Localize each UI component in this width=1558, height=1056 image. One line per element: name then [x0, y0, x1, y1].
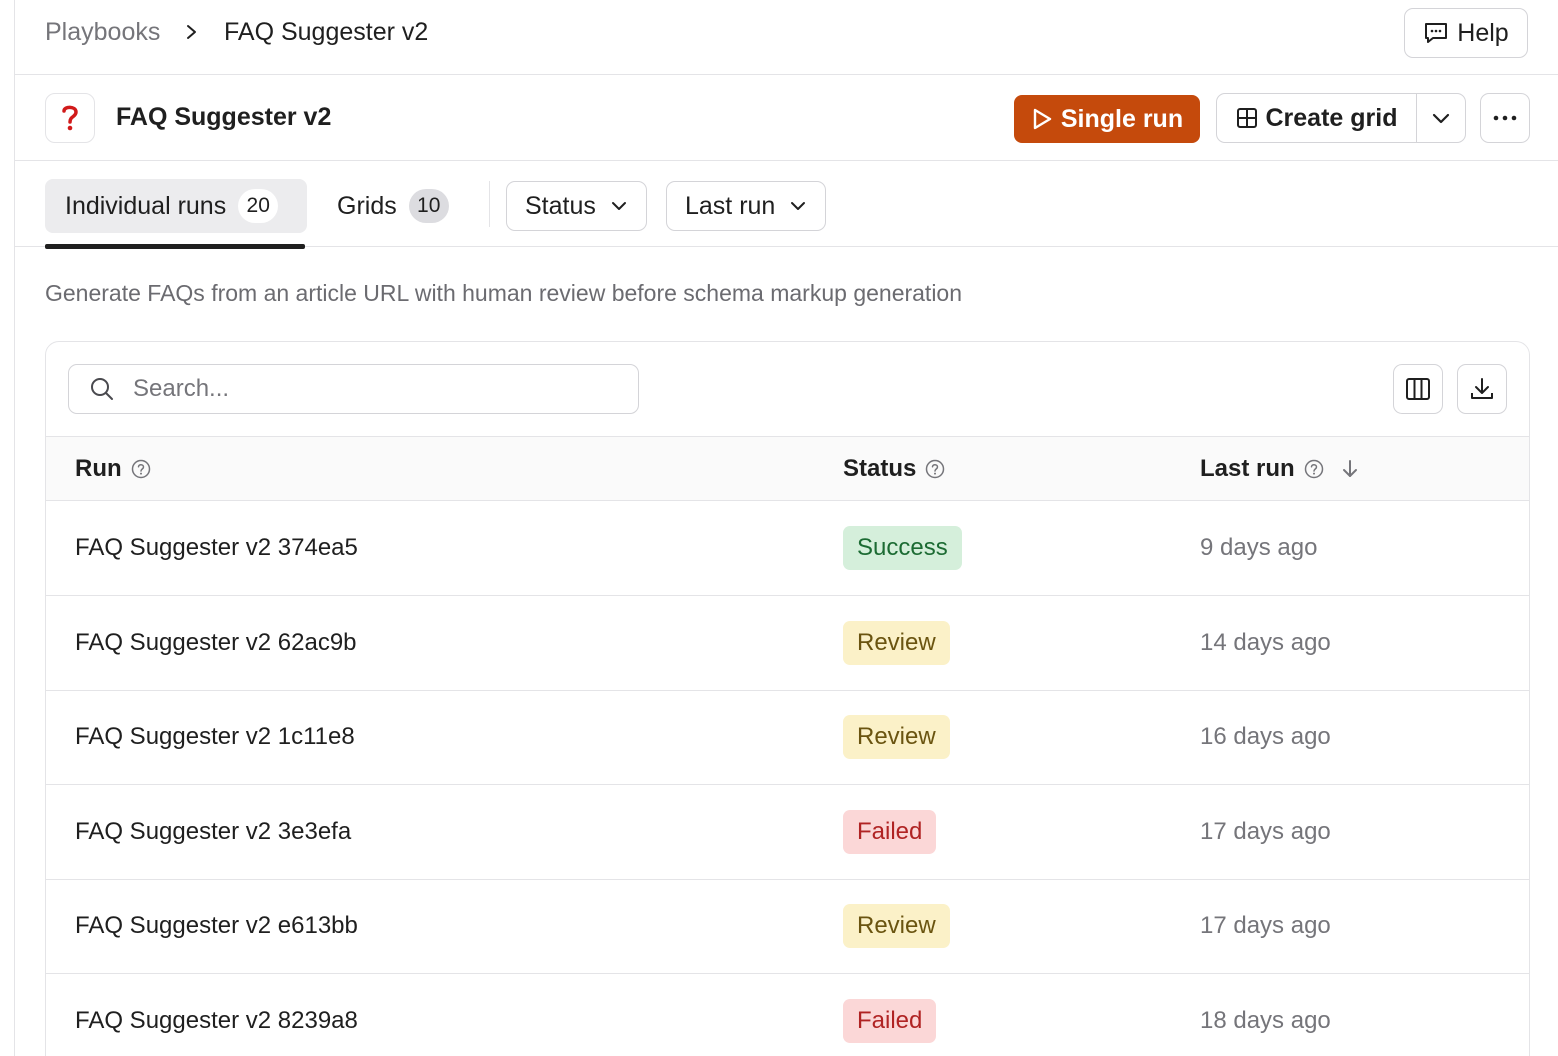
create-grid-split-button: Create grid [1216, 93, 1466, 143]
filter-label: Last run [685, 191, 776, 220]
breadcrumb-current: FAQ Suggester v2 [224, 18, 429, 46]
count-badge: 10 [408, 189, 449, 223]
column-header-run[interactable]: Run [75, 455, 151, 483]
search-icon [91, 378, 113, 400]
top-bar: Playbooks FAQ Suggester v2 Help [15, 0, 1558, 75]
run-name[interactable]: FAQ Suggester v2 374ea5 [75, 534, 358, 562]
status-badge: Review [843, 715, 950, 759]
help-button[interactable]: Help [1404, 8, 1528, 58]
help-circle-icon[interactable] [131, 459, 151, 479]
playbook-title: FAQ Suggester v2 [116, 103, 332, 131]
chat-icon [1425, 23, 1448, 43]
last-run-time: 17 days ago [1200, 818, 1331, 845]
more-options-button[interactable] [1480, 93, 1530, 143]
tabs-bar: Individual runs 20 Grids 10 Status Last … [15, 161, 1558, 249]
playbook-page: Playbooks FAQ Suggester v2 Help FAQ Sugg… [14, 0, 1558, 1056]
filter-label: Status [525, 191, 596, 220]
help-label: Help [1457, 18, 1509, 47]
run-name[interactable]: FAQ Suggester v2 62ac9b [75, 629, 357, 657]
grid-icon [1236, 108, 1257, 128]
play-icon [1033, 108, 1052, 130]
chevron-right-icon [187, 25, 196, 39]
divider [489, 181, 490, 227]
run-name[interactable]: FAQ Suggester v2 e613bb [75, 912, 358, 940]
count-badge: 20 [238, 189, 279, 223]
status-filter-dropdown[interactable]: Status [506, 181, 647, 231]
download-button[interactable] [1457, 364, 1507, 414]
tab-label: Individual runs [65, 191, 227, 220]
status-badge: Failed [843, 999, 937, 1043]
last-run-filter-dropdown[interactable]: Last run [666, 181, 827, 231]
chevron-down-icon [611, 202, 626, 210]
table-row[interactable]: FAQ Suggester v2 8239a8 Failed 18 days a… [46, 974, 1529, 1056]
tab-label: Grids [337, 191, 397, 220]
download-icon [1471, 378, 1493, 399]
tab-individual-runs[interactable]: Individual runs 20 [45, 179, 307, 233]
playbook-icon [45, 93, 95, 143]
active-tab-indicator [45, 244, 305, 249]
create-grid-label: Create grid [1265, 103, 1398, 132]
table-row[interactable]: FAQ Suggester v2 e613bb Review 17 days a… [46, 879, 1529, 974]
run-name[interactable]: FAQ Suggester v2 8239a8 [75, 1007, 358, 1035]
run-name[interactable]: FAQ Suggester v2 3e3efa [75, 818, 351, 846]
last-run-time: 9 days ago [1200, 534, 1318, 561]
title-bar: FAQ Suggester v2 Single run Create grid [15, 75, 1558, 161]
tab-grids[interactable]: Grids 10 [337, 179, 449, 233]
single-run-button[interactable]: Single run [1014, 95, 1200, 143]
status-badge: Failed [843, 810, 937, 854]
sort-descending-icon[interactable] [1339, 458, 1361, 480]
column-header-status[interactable]: Status [843, 455, 945, 483]
table-row[interactable]: FAQ Suggester v2 1c11e8 Review 16 days a… [46, 690, 1529, 785]
column-header-last-run[interactable]: Last run [1200, 455, 1361, 483]
columns-icon [1406, 378, 1430, 400]
column-label: Last run [1200, 455, 1295, 482]
column-label: Status [843, 455, 917, 482]
last-run-time: 16 days ago [1200, 723, 1331, 750]
runs-table-card: Run Status Last run FAQ Suggester v2 374… [45, 341, 1530, 1056]
single-run-label: Single run [1060, 104, 1184, 133]
chevron-down-icon [1432, 113, 1450, 124]
last-run-time: 17 days ago [1200, 912, 1331, 939]
search-box [68, 364, 639, 414]
last-run-time: 18 days ago [1200, 1007, 1331, 1034]
breadcrumb-playbooks[interactable]: Playbooks [45, 18, 160, 47]
columns-button[interactable] [1393, 364, 1443, 414]
status-badge: Success [843, 526, 962, 570]
status-badge: Review [843, 621, 950, 665]
create-grid-dropdown[interactable] [1417, 94, 1465, 142]
help-circle-icon[interactable] [925, 459, 945, 479]
more-horizontal-icon [1493, 115, 1517, 121]
last-run-time: 14 days ago [1200, 629, 1331, 656]
status-badge: Review [843, 904, 950, 948]
playbook-description: Generate FAQs from an article URL with h… [45, 280, 963, 306]
search-input[interactable] [133, 375, 553, 403]
run-name[interactable]: FAQ Suggester v2 1c11e8 [75, 723, 355, 751]
table-row[interactable]: FAQ Suggester v2 374ea5 Success 9 days a… [46, 501, 1529, 596]
create-grid-button[interactable]: Create grid [1217, 94, 1417, 142]
chevron-down-icon [791, 202, 806, 210]
question-mark-icon [62, 105, 78, 131]
table-header: Run Status Last run [46, 436, 1529, 501]
table-row[interactable]: FAQ Suggester v2 62ac9b Review 14 days a… [46, 596, 1529, 691]
column-label: Run [75, 455, 122, 482]
table-row[interactable]: FAQ Suggester v2 3e3efa Failed 17 days a… [46, 785, 1529, 880]
help-circle-icon[interactable] [1304, 459, 1324, 479]
